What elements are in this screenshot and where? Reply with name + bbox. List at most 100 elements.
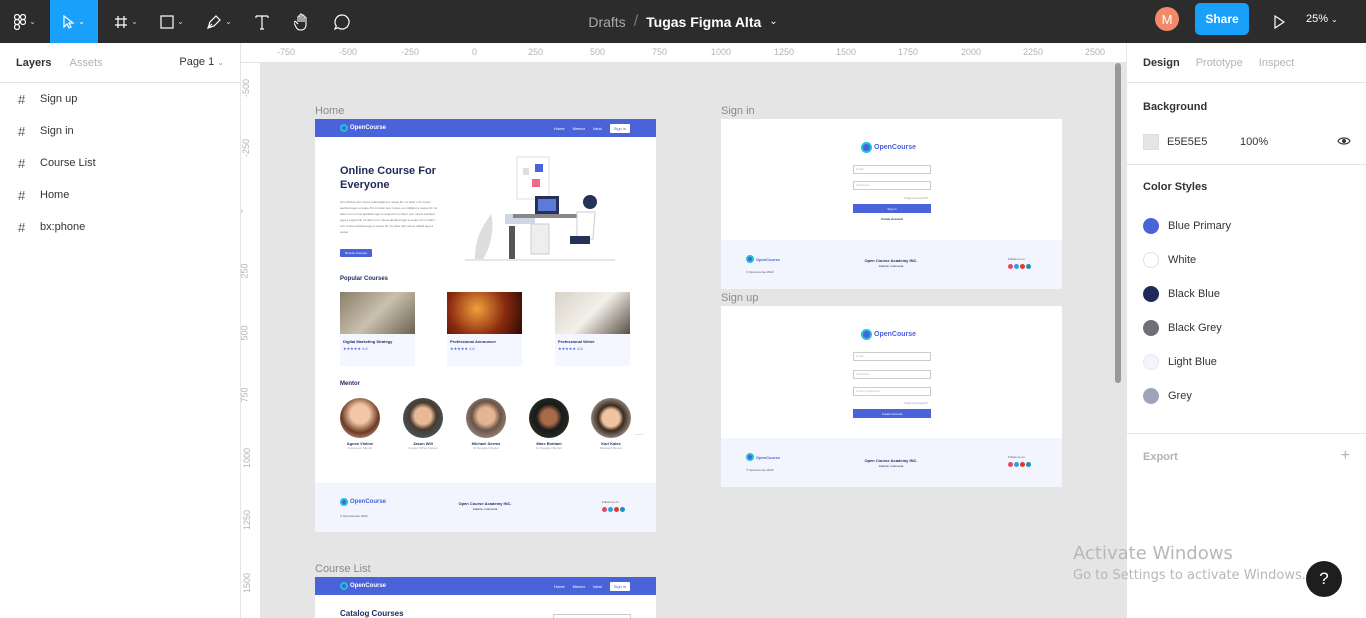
help-button[interactable]: ? [1306,561,1342,597]
color-swatch [1143,218,1159,234]
layer-item[interactable]: # Sign up [0,83,240,115]
nav-link[interactable]: Home [554,126,565,131]
chevron-down-icon[interactable]: ⌄ [769,16,777,27]
move-tool-button[interactable]: ⌄ [50,0,98,43]
youtube-icon[interactable] [1020,462,1025,467]
home-frame[interactable]: OpenCourse Home Mentor Ideal Sign in Onl… [315,119,656,532]
forgot-password-link[interactable]: Forgot password? [904,401,928,405]
tab-design[interactable]: Design [1143,57,1180,69]
nav-link[interactable]: Mentor [573,584,585,589]
frame-label-course-list[interactable]: Course List [315,563,371,575]
frame-label-signup[interactable]: Sign up [721,292,758,304]
twitter-icon[interactable] [1014,264,1019,269]
mentor-card[interactable]: Marc Braham UI Designer Mentor [529,398,569,450]
color-style-item[interactable]: White [1143,251,1196,269]
export-title: Export [1143,451,1178,463]
shape-tool-button[interactable]: ⌄ [154,0,190,43]
eye-icon[interactable] [1337,134,1351,148]
nav-signin-button[interactable]: Sign in [609,581,630,591]
nav-link[interactable]: Ideal [593,584,602,589]
tab-layers[interactable]: Layers [16,57,51,69]
layer-name: Course List [40,157,96,169]
color-style-item[interactable]: Black Blue [1143,285,1220,303]
share-button[interactable]: Share [1195,3,1249,35]
pen-tool-button[interactable]: ⌄ [200,0,238,43]
instagram-icon[interactable] [1008,462,1013,467]
signin-frame[interactable]: OpenCourse Email Password Forgot passwor… [721,119,1062,289]
frame-tool-button[interactable]: ⌄ [108,0,144,43]
tab-assets[interactable]: Assets [69,57,102,69]
course-card[interactable]: Professional Announcer ★★★★★ 4.6 [447,292,522,366]
color-swatch [1143,354,1159,370]
linkedin-icon[interactable] [1026,264,1031,269]
browse-courses-button[interactable]: Browse Courses [340,249,372,257]
signup-frame[interactable]: OpenCourse Email Password Confirm passwo… [721,306,1062,487]
layer-item[interactable]: # Course List [0,147,240,179]
instagram-icon[interactable] [602,507,607,512]
forgot-password-link[interactable]: Forgot password? [904,196,928,200]
course-list-nav: Home Mentor Ideal Sign in [546,581,630,591]
course-card[interactable]: Digital Marketing Strategy ★★★★★ 4.8 [340,292,415,366]
color-style-item[interactable]: Black Grey [1143,319,1222,337]
course-list-frame[interactable]: OpenCourse Home Mentor Ideal Sign in Cat… [315,577,656,618]
linkedin-icon[interactable] [620,507,625,512]
nav-link[interactable]: Home [554,584,565,589]
color-style-item[interactable]: Grey [1143,387,1192,405]
color-style-item[interactable]: Light Blue [1143,353,1217,371]
course-card[interactable]: Professional Writer ★★★★★ 4.8 [555,292,630,366]
zoom-dropdown[interactable]: 25% ⌄ [1306,0,1338,38]
nav-signin-button[interactable]: Sign in [609,123,630,133]
password-field[interactable]: Password [853,370,931,379]
background-row[interactable]: E5E5E5 100% [1143,133,1351,151]
page-selector[interactable]: Page 1 ⌄ [179,56,224,68]
color-style-item[interactable]: Blue Primary [1143,217,1231,235]
tab-prototype[interactable]: Prototype [1196,57,1243,69]
figma-menu-button[interactable]: ⌄ [8,0,42,43]
catalog-search-input[interactable] [553,614,631,618]
twitter-icon[interactable] [1014,462,1019,467]
linkedin-icon[interactable] [1026,462,1031,467]
more-icon[interactable]: ··· [635,430,643,439]
text-tool-button[interactable] [248,0,276,43]
create-account-link[interactable]: Create Account [853,217,931,221]
password-field[interactable]: Password [853,181,931,190]
confirm-password-field[interactable]: Confirm password [853,387,931,396]
email-field[interactable]: Email [853,165,931,174]
email-field[interactable]: Email [853,352,931,361]
mentor-card[interactable]: Agnes Violine Announcer Mentor [340,398,380,450]
canvas-scrollbar[interactable] [1115,63,1121,383]
canvas[interactable]: -750 -500 -250 0 250 500 750 1000 1250 1… [241,43,1126,618]
instagram-icon[interactable] [1008,264,1013,269]
hand-tool-button[interactable] [288,0,316,43]
frame-label-home[interactable]: Home [315,105,344,117]
mentor-card[interactable]: Jason Will Content Writer Mentor [403,398,443,450]
color-style-name: Grey [1168,390,1192,402]
create-account-button[interactable]: Create Account [853,409,931,418]
logo-icon [746,453,754,461]
comment-tool-button[interactable] [328,0,356,43]
layer-item[interactable]: # Home [0,179,240,211]
nav-link[interactable]: Mentor [573,126,585,131]
mentor-card[interactable]: Karl Kalex Illustrator Mentor [591,398,631,450]
tab-inspect[interactable]: Inspect [1259,57,1294,69]
drafts-link[interactable]: Drafts [588,14,625,30]
layer-item[interactable]: # bx:phone [0,211,240,243]
signin-button[interactable]: Sign in [853,204,931,213]
course-rating: ★★★★★ 4.8 [558,346,627,351]
background-hex[interactable]: E5E5E5 [1167,136,1240,148]
mentor-card[interactable]: Michael Seems UI Designer Mentor [466,398,506,450]
add-export-icon[interactable]: + [1341,447,1350,465]
frame-label-signin[interactable]: Sign in [721,105,755,117]
nav-link[interactable]: Ideal [593,126,602,131]
mentor-avatar [591,398,631,438]
twitter-icon[interactable] [608,507,613,512]
layer-item[interactable]: # Sign in [0,115,240,147]
background-swatch[interactable] [1143,134,1159,150]
youtube-icon[interactable] [1020,264,1025,269]
frame-icon: # [18,91,26,107]
youtube-icon[interactable] [614,507,619,512]
file-name[interactable]: Tugas Figma Alta [646,14,761,30]
avatar[interactable]: M [1155,7,1179,31]
background-opacity[interactable]: 100% [1240,136,1268,148]
present-button[interactable] [1266,0,1292,43]
